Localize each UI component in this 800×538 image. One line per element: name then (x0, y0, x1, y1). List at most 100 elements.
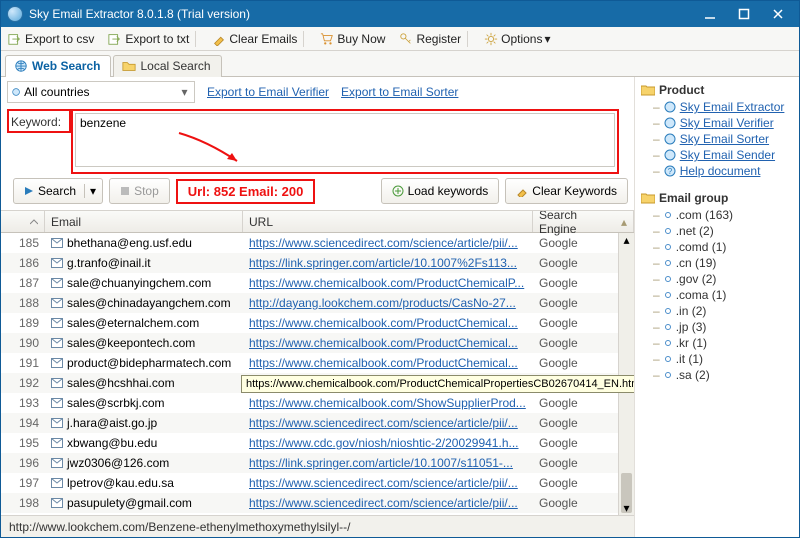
maximize-button[interactable] (727, 3, 761, 25)
mail-icon (51, 478, 63, 488)
folder-open-icon (641, 84, 655, 96)
country-combo[interactable]: ▾ (7, 81, 195, 103)
menu-export-txt[interactable]: Export to txt (101, 27, 205, 50)
table-row[interactable]: 187 sale@chuanyingchem.com https://www.c… (1, 273, 634, 293)
cell-email: sales@eternalchem.com (45, 316, 243, 330)
menu-clear-emails[interactable]: Clear Emails (205, 27, 313, 50)
email-group-item[interactable]: –.coma (1) (641, 287, 793, 303)
email-group-item[interactable]: –.cn (19) (641, 255, 793, 271)
product-link[interactable]: –Sky Email Sender (641, 147, 793, 163)
minimize-button[interactable] (693, 3, 727, 25)
country-value[interactable] (24, 85, 179, 99)
tab-local-search[interactable]: Local Search (113, 55, 221, 77)
mail-icon (51, 438, 63, 448)
chevron-down-icon[interactable]: ▾ (84, 184, 96, 198)
menu-export-csv[interactable]: Export to csv (1, 27, 101, 50)
bullet-icon (664, 259, 672, 267)
bullet-icon (664, 227, 672, 235)
keyword-input[interactable] (75, 113, 615, 167)
tree-dash-icon: – (653, 240, 660, 254)
app-icon (7, 6, 23, 22)
scroll-down-icon[interactable]: ▾ (619, 501, 634, 515)
svg-text:?: ? (667, 167, 672, 176)
row-number: 185 (1, 236, 45, 250)
cell-email: sale@chuanyingchem.com (45, 276, 243, 290)
cell-url[interactable]: https://www.chemicalbook.com/ProductChem… (243, 336, 533, 350)
email-group-item[interactable]: –.kr (1) (641, 335, 793, 351)
link-export-verifier[interactable]: Export to Email Verifier (207, 85, 329, 99)
cell-url[interactable]: https://www.chemicalbook.com/ProductChem… (243, 316, 533, 330)
mail-icon (51, 238, 63, 248)
cell-url[interactable]: https://www.sciencedirect.com/science/ar… (243, 496, 533, 510)
cell-url[interactable]: https://www.cdc.gov/niosh/nioshtic-2/200… (243, 436, 533, 450)
menu-options[interactable]: Options▾ (477, 27, 561, 50)
row-number: 189 (1, 316, 45, 330)
col-search-engine[interactable]: Search Engine ▴ (533, 211, 634, 232)
tree-dash-icon: – (653, 208, 660, 222)
menu-buy-now[interactable]: Buy Now (313, 27, 392, 50)
cell-url[interactable]: https://www.chemicalbook.com/ProductChem… (243, 276, 533, 290)
email-group-item[interactable]: –.in (2) (641, 303, 793, 319)
scrollbar[interactable]: ▴ ▾ (618, 233, 634, 515)
email-group-item[interactable]: –.com (163) (641, 207, 793, 223)
row-number: 198 (1, 496, 45, 510)
stats-box: Url: 852 Email: 200 (176, 179, 316, 204)
table-row[interactable]: 189 sales@eternalchem.com https://www.ch… (1, 313, 634, 333)
cell-url[interactable]: https://www.sciencedirect.com/science/ar… (243, 416, 533, 430)
row-number: 192 (1, 376, 45, 390)
chevron-down-icon: ▾ (544, 32, 554, 46)
tab-web-search[interactable]: Web Search (5, 55, 111, 77)
tree-dash-icon: – (653, 304, 660, 318)
email-group-item[interactable]: –.jp (3) (641, 319, 793, 335)
cell-url[interactable]: https://www.sciencedirect.com/science/ar… (243, 476, 533, 490)
table-row[interactable]: 194 j.hara@aist.go.jp https://www.scienc… (1, 413, 634, 433)
cell-url[interactable]: https://link.springer.com/article/10.100… (243, 256, 533, 270)
menu-register[interactable]: Register (392, 27, 477, 50)
col-number[interactable] (1, 211, 45, 232)
stop-button[interactable]: Stop (109, 178, 170, 204)
chevron-down-icon[interactable]: ▾ (179, 85, 190, 99)
close-button[interactable] (761, 3, 795, 25)
cell-url[interactable]: https://www.chemicalbook.com/ShowSupplie… (243, 396, 533, 410)
cell-url[interactable]: https://www.chemicalbook.com/ProductChem… (243, 376, 533, 390)
product-link[interactable]: –Sky Email Verifier (641, 115, 793, 131)
table-row[interactable]: 197 lpetrov@kau.edu.sa https://www.scien… (1, 473, 634, 493)
bullet-icon (664, 371, 672, 379)
col-url[interactable]: URL (243, 211, 533, 232)
table-row[interactable]: 196 jwz0306@126.com https://link.springe… (1, 453, 634, 473)
table-row[interactable]: 195 xbwang@bu.edu https://www.cdc.gov/ni… (1, 433, 634, 453)
table-row[interactable]: 188 sales@chinadayangchem.com http://day… (1, 293, 634, 313)
table-row[interactable]: 198 pasupulety@gmail.com https://www.sci… (1, 493, 634, 513)
cell-url[interactable]: https://www.sciencedirect.com/science/ar… (243, 236, 533, 250)
table-row[interactable]: 191 product@bidepharmatech.com https://w… (1, 353, 634, 373)
clear-keywords-button[interactable]: Clear Keywords (505, 178, 628, 204)
sidebar: Product –Sky Email Extractor–Sky Email V… (635, 77, 799, 537)
email-group-item[interactable]: –.gov (2) (641, 271, 793, 287)
email-group-item[interactable]: –.sa (2) (641, 367, 793, 383)
cell-email: jwz0306@126.com (45, 456, 243, 470)
email-group-item[interactable]: –.it (1) (641, 351, 793, 367)
email-group-item[interactable]: –.net (2) (641, 223, 793, 239)
product-link[interactable]: –?Help document (641, 163, 793, 179)
col-email[interactable]: Email (45, 211, 243, 232)
mail-icon (51, 318, 63, 328)
product-link[interactable]: –Sky Email Sorter (641, 131, 793, 147)
product-link[interactable]: –Sky Email Extractor (641, 99, 793, 115)
cell-url[interactable]: https://www.chemicalbook.com/ProductChem… (243, 356, 533, 370)
cell-url[interactable]: https://link.springer.com/article/10.100… (243, 456, 533, 470)
table-row[interactable]: 190 sales@keepontech.com https://www.che… (1, 333, 634, 353)
cell-email: product@bidepharmatech.com (45, 356, 243, 370)
table-row[interactable]: 185 bhethana@eng.usf.edu https://www.sci… (1, 233, 634, 253)
row-number: 196 (1, 456, 45, 470)
tree-dash-icon: – (653, 288, 660, 302)
load-keywords-button[interactable]: Load keywords (381, 178, 500, 204)
table-row[interactable]: 192 sales@hcshhai.com https://www.chemic… (1, 373, 634, 393)
scroll-up-icon[interactable]: ▴ (619, 233, 634, 247)
table-row[interactable]: 199 nsampathra@kau.edu.sa https://www.sc… (1, 513, 634, 515)
table-row[interactable]: 186 g.tranfo@inail.it https://link.sprin… (1, 253, 634, 273)
search-button[interactable]: Search▾ (13, 178, 103, 204)
table-row[interactable]: 193 sales@scrbkj.com https://www.chemica… (1, 393, 634, 413)
cell-url[interactable]: http://dayang.lookchem.com/products/CasN… (243, 296, 533, 310)
link-export-sorter[interactable]: Export to Email Sorter (341, 85, 458, 99)
email-group-item[interactable]: –.comd (1) (641, 239, 793, 255)
